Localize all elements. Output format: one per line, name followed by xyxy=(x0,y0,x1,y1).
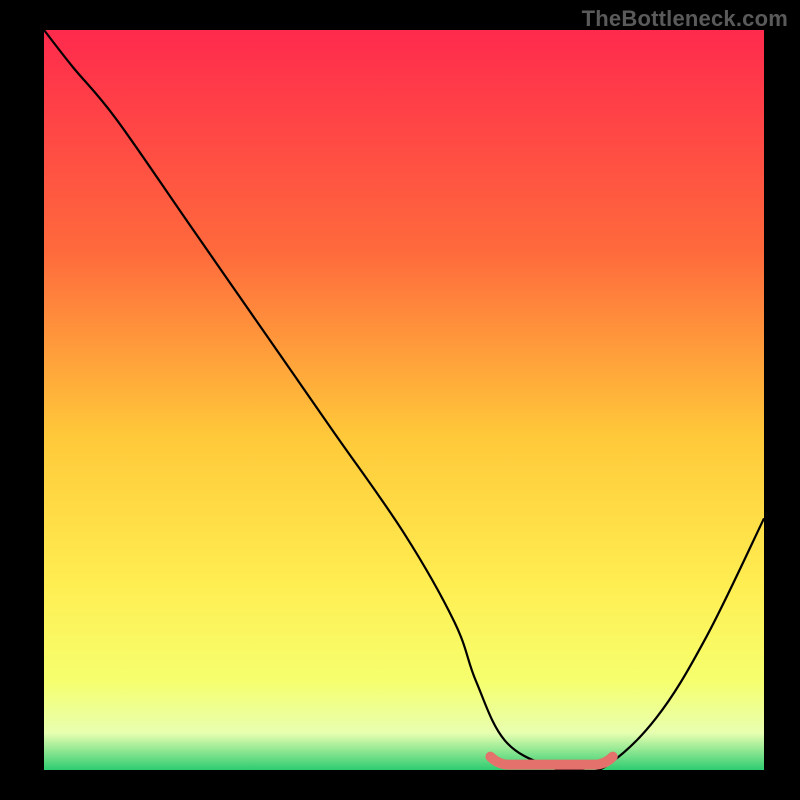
plot-background xyxy=(44,30,764,770)
watermark-text: TheBottleneck.com xyxy=(582,6,788,32)
chart-frame: TheBottleneck.com xyxy=(0,0,800,800)
chart-svg xyxy=(0,0,800,800)
